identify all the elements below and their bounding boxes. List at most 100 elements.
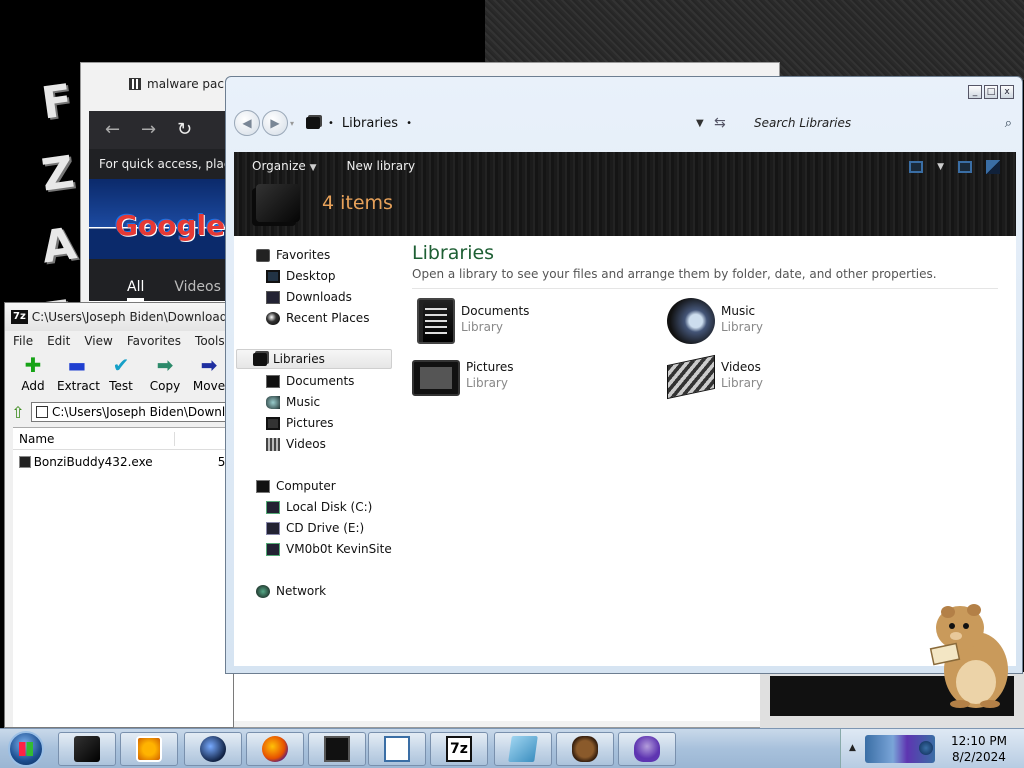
- forward-arrow-icon[interactable]: →: [141, 121, 156, 139]
- music-icon: [266, 395, 280, 409]
- breadcrumb[interactable]: • Libraries •: [306, 116, 696, 131]
- hamster-buddy-icon[interactable]: [926, 600, 1012, 710]
- taskbar-document[interactable]: [368, 732, 426, 766]
- preview-pane-icon[interactable]: [958, 161, 972, 173]
- archive-icon: [129, 78, 141, 90]
- explorer-body: Favorites Desktop Downloads Recent Place…: [234, 236, 1016, 666]
- nav-pictures[interactable]: Pictures: [266, 413, 334, 433]
- library-pictures[interactable]: Pictures Library: [412, 354, 514, 396]
- clock[interactable]: 12:10 PM 8/2/2024: [941, 733, 1017, 765]
- taskbar-notepad[interactable]: [494, 732, 552, 766]
- column-name[interactable]: Name: [13, 431, 175, 446]
- explorer-window[interactable]: _ □ x ◀ ▶ ▾ • Libraries • ▼ ⇆ Search Lib…: [225, 76, 1023, 674]
- test-label: Test: [109, 379, 133, 393]
- notepad-icon: [508, 736, 538, 762]
- address-dropdown-icon[interactable]: ▼: [696, 118, 714, 129]
- forward-button[interactable]: ▶: [262, 110, 288, 136]
- back-button[interactable]: ◀: [234, 110, 260, 136]
- desktop: F Z A E malware pac ← → ↻ For quick acce…: [0, 0, 1024, 728]
- library-type: Library: [466, 376, 508, 390]
- view-controls: ▼: [909, 160, 1000, 174]
- tab-all[interactable]: All: [127, 279, 145, 301]
- path-input[interactable]: C:\Users\Joseph Biden\Downl: [31, 402, 229, 422]
- menu-tools[interactable]: Tools: [195, 334, 225, 348]
- library-type: Library: [721, 376, 763, 390]
- taskbar-freddy[interactable]: [556, 732, 614, 766]
- move-label: Move: [192, 379, 226, 393]
- nav-network[interactable]: Network: [256, 581, 326, 601]
- sevenzip-logo-icon: 7z: [11, 310, 28, 324]
- nav-local-disk[interactable]: Local Disk (C:): [266, 497, 372, 517]
- nav-libraries[interactable]: Libraries: [236, 349, 392, 369]
- move-button[interactable]: ➡ Move: [189, 355, 229, 393]
- breadcrumb-libraries[interactable]: Libraries: [342, 116, 398, 131]
- content-title: Libraries: [412, 242, 495, 264]
- network-status-icon[interactable]: [919, 741, 933, 755]
- search-icon[interactable]: ⌕: [1005, 116, 1012, 131]
- change-view-icon[interactable]: [909, 161, 924, 173]
- test-button[interactable]: ✔ Test: [101, 355, 141, 393]
- taskbar-7zip[interactable]: 7z: [430, 732, 488, 766]
- menu-view[interactable]: View: [84, 334, 112, 348]
- taskbar-firefox[interactable]: [246, 732, 304, 766]
- taskbar-media-player[interactable]: [120, 732, 178, 766]
- nav-cd-drive[interactable]: CD Drive (E:): [266, 518, 364, 538]
- browser-tab[interactable]: malware pac: [129, 77, 224, 91]
- explorer-navbar: ◀ ▶ ▾ • Libraries • ▼ ⇆ Search Libraries…: [234, 105, 1016, 141]
- taskbar-browser[interactable]: [184, 732, 242, 766]
- window-controls: _ □ x: [968, 85, 1014, 99]
- pictures-icon: [266, 416, 280, 430]
- minimize-button[interactable]: _: [968, 85, 982, 99]
- taskbar-bonzibuddy[interactable]: [618, 732, 676, 766]
- nav-videos[interactable]: Videos: [266, 434, 326, 454]
- menu-file[interactable]: File: [13, 334, 33, 348]
- add-button[interactable]: ✚ Add: [13, 355, 53, 393]
- nav-downloads[interactable]: Downloads: [266, 287, 352, 307]
- nav-music[interactable]: Music: [266, 392, 320, 412]
- sevenzip-window[interactable]: 7z C:\Users\Joseph Biden\Downloads\B Fil…: [4, 302, 234, 728]
- menu-favorites[interactable]: Favorites: [127, 334, 181, 348]
- terminal-icon: [324, 736, 350, 762]
- sevenzip-titlebar[interactable]: 7z C:\Users\Joseph Biden\Downloads\B: [5, 303, 233, 331]
- path-text: C:\Users\Joseph Biden\Downl: [52, 405, 226, 419]
- explorer-header: Organize ▼ New library ▼ 4 items: [234, 152, 1016, 236]
- show-hidden-icons-icon[interactable]: ▲: [849, 743, 856, 753]
- tile-text: Videos Library: [721, 354, 763, 390]
- extract-label: Extract: [57, 379, 100, 393]
- breadcrumb-separator[interactable]: •: [406, 118, 412, 129]
- chevron-down-icon[interactable]: ▼: [937, 162, 944, 172]
- recent-pages-dropdown[interactable]: ▾: [290, 119, 294, 128]
- reload-icon[interactable]: ↻: [177, 121, 192, 139]
- refresh-icon[interactable]: ⇆: [714, 115, 754, 131]
- nav-vm-site[interactable]: VM0b0t KevinSite: [266, 539, 392, 559]
- file-row[interactable]: BonziBuddy432.exe 52: [13, 452, 233, 472]
- breadcrumb-separator[interactable]: •: [328, 118, 334, 129]
- library-music[interactable]: Music Library: [667, 298, 763, 344]
- close-button[interactable]: x: [1000, 85, 1014, 99]
- back-arrow-icon[interactable]: ←: [105, 121, 120, 139]
- maximize-button[interactable]: □: [984, 85, 998, 99]
- new-library-button[interactable]: New library: [347, 159, 416, 173]
- library-documents[interactable]: Documents Library: [412, 298, 529, 344]
- tab-videos[interactable]: Videos: [174, 279, 221, 301]
- nav-favorites[interactable]: Favorites: [256, 245, 330, 265]
- nav-desktop[interactable]: Desktop: [266, 266, 336, 286]
- nav-computer[interactable]: Computer: [256, 476, 336, 496]
- nav-documents[interactable]: Documents: [266, 371, 354, 391]
- sevenzip-path-bar: ⇧ C:\Users\Joseph Biden\Downl: [9, 401, 229, 423]
- globe-icon: [200, 736, 226, 762]
- taskbar-terminal[interactable]: [308, 732, 366, 766]
- folder-up-icon[interactable]: ⇧: [9, 403, 27, 422]
- copy-button[interactable]: ➡ Copy: [145, 355, 185, 393]
- search-input[interactable]: Search Libraries ⌕: [754, 116, 1016, 131]
- extract-button[interactable]: ▬ Extract: [57, 355, 100, 393]
- doodle-logo: Google: [115, 209, 226, 242]
- library-videos[interactable]: Videos Library: [667, 354, 763, 400]
- taskbar-explorer[interactable]: [58, 732, 116, 766]
- help-icon[interactable]: [986, 160, 1000, 174]
- documents-library-icon: [417, 298, 455, 344]
- organize-button[interactable]: Organize ▼: [252, 159, 317, 173]
- nav-recent-places[interactable]: Recent Places: [266, 308, 369, 328]
- start-button[interactable]: [8, 731, 44, 767]
- menu-edit[interactable]: Edit: [47, 334, 70, 348]
